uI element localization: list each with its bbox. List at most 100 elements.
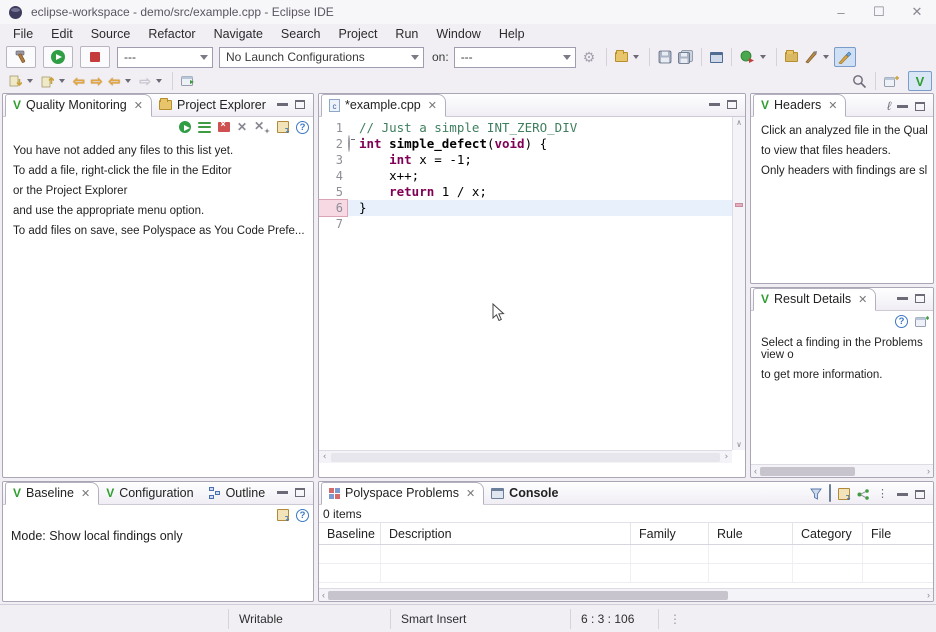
fold-collapse-icon[interactable] — [348, 135, 350, 152]
next-annotation-dropdown[interactable] — [27, 79, 33, 83]
export-icon[interactable] — [838, 488, 850, 500]
menu-refactor[interactable]: Refactor — [139, 25, 204, 43]
remove-all-files-icon[interactable] — [218, 122, 230, 132]
maximize-panel-icon[interactable] — [295, 100, 305, 109]
column-rule[interactable]: Rule — [709, 523, 793, 544]
run-analysis-button[interactable] — [43, 46, 73, 68]
build-button[interactable] — [6, 46, 36, 68]
menu-navigate[interactable]: Navigate — [205, 25, 272, 43]
editor-horizontal-scrollbar[interactable]: ‹› — [319, 450, 732, 463]
help-icon[interactable]: ? — [296, 121, 309, 134]
stop-analysis-button[interactable] — [80, 46, 110, 68]
delete-all-icon[interactable]: ✕✦ — [254, 119, 270, 135]
target-combo[interactable]: --- — [454, 47, 576, 68]
next-annotation-button[interactable] — [6, 70, 25, 92]
maximize-panel-icon[interactable] — [915, 294, 925, 303]
minimize-button[interactable]: – — [822, 0, 860, 24]
editor-vertical-scrollbar[interactable]: ∧∨ — [732, 117, 745, 450]
show-console-icon[interactable] — [829, 488, 831, 500]
result-details-horizontal-scrollbar[interactable]: ‹› — [751, 464, 933, 477]
code-editor[interactable]: 1 // Just a simple INT_ZERO_DIV 2 int si… — [319, 117, 745, 463]
status-menu-icon[interactable]: ⋮ — [658, 609, 678, 629]
polyspace-perspective-button[interactable]: V — [908, 71, 932, 91]
export-icon[interactable] — [277, 509, 289, 521]
column-category[interactable]: Category — [793, 523, 863, 544]
build-config-combo[interactable]: --- — [117, 47, 213, 68]
forward-history-dropdown[interactable] — [156, 79, 162, 83]
minimize-panel-icon[interactable] — [897, 105, 908, 108]
column-baseline[interactable]: Baseline — [319, 523, 381, 544]
minimize-panel-icon[interactable] — [709, 103, 720, 106]
menu-source[interactable]: Source — [82, 25, 140, 43]
run-external-dropdown[interactable] — [760, 55, 766, 59]
tab-headers[interactable]: V Headers ✕ — [753, 94, 846, 117]
open-in-new-window-icon[interactable] — [915, 315, 929, 327]
save-button[interactable] — [655, 46, 675, 68]
search-icon[interactable] — [849, 70, 870, 92]
launch-config-combo[interactable]: No Launch Configurations — [219, 47, 424, 68]
view-menu-icon[interactable]: ⋮ — [877, 489, 888, 500]
save-all-button[interactable] — [675, 46, 696, 68]
minimize-panel-icon[interactable] — [897, 297, 908, 300]
export-icon[interactable] — [277, 121, 289, 133]
tab-project-explorer[interactable]: Project Explorer — [152, 95, 274, 116]
tab-polyspace-problems[interactable]: Polyspace Problems ✕ — [321, 482, 484, 505]
filter-list-icon[interactable] — [198, 122, 211, 133]
run-external-button[interactable] — [737, 46, 758, 68]
run-analysis-icon[interactable] — [179, 121, 191, 133]
column-family[interactable]: Family — [631, 523, 709, 544]
menu-run[interactable]: Run — [386, 25, 427, 43]
column-file[interactable]: File — [863, 523, 933, 544]
maximize-panel-icon[interactable] — [915, 490, 925, 499]
tab-configuration[interactable]: V Configuration — [99, 483, 201, 504]
help-icon[interactable]: ? — [296, 509, 309, 522]
link-nodes-icon[interactable] — [857, 489, 870, 500]
new-wizard-button[interactable] — [612, 46, 631, 68]
highlight-findings-toggle[interactable] — [834, 47, 856, 67]
pin-editor-button[interactable] — [178, 70, 198, 92]
menu-window[interactable]: Window — [427, 25, 489, 43]
minimize-panel-icon[interactable] — [277, 103, 288, 106]
previous-annotation-dropdown[interactable] — [59, 79, 65, 83]
close-tab-icon[interactable]: ✕ — [428, 99, 437, 112]
help-icon[interactable]: ? — [895, 315, 908, 328]
last-edit-location-button[interactable]: ⇦ — [105, 70, 123, 92]
menu-project[interactable]: Project — [330, 25, 387, 43]
close-tab-icon[interactable]: ✕ — [466, 487, 475, 500]
finding-marker-icon[interactable] — [735, 203, 743, 207]
tab-outline[interactable]: Outline — [202, 483, 274, 504]
maximize-button[interactable]: ☐ — [860, 0, 898, 24]
open-perspective-button[interactable] — [881, 70, 902, 92]
tab-example-cpp[interactable]: c *example.cpp ✕ — [321, 94, 446, 117]
close-tab-icon[interactable]: ✕ — [858, 293, 867, 306]
launch-tool-dropdown[interactable] — [823, 55, 829, 59]
open-results-button[interactable] — [782, 46, 801, 68]
back-button[interactable]: ⇦ — [70, 70, 88, 92]
close-tab-icon[interactable]: ✕ — [134, 99, 143, 112]
menu-help[interactable]: Help — [490, 25, 534, 43]
close-tab-icon[interactable]: ✕ — [828, 99, 837, 112]
menu-search[interactable]: Search — [272, 25, 330, 43]
maximize-panel-icon[interactable] — [727, 100, 737, 109]
problems-horizontal-scrollbar[interactable]: ‹› — [319, 588, 933, 601]
previous-annotation-button[interactable] — [38, 70, 57, 92]
tab-result-details[interactable]: V Result Details ✕ — [753, 288, 876, 311]
gear-icon[interactable]: ⚙ — [583, 49, 596, 66]
maximize-panel-icon[interactable] — [295, 488, 305, 497]
new-wizard-dropdown[interactable] — [633, 55, 639, 59]
forward-history-button[interactable]: ⇨ — [136, 70, 154, 92]
close-button[interactable]: ✕ — [898, 0, 936, 24]
minimize-panel-icon[interactable] — [897, 493, 908, 496]
link-with-editor-icon[interactable]: ℓ — [887, 100, 891, 112]
open-console-button[interactable] — [707, 46, 726, 68]
back-history-dropdown[interactable] — [125, 79, 131, 83]
tab-console[interactable]: Console — [484, 483, 566, 504]
delete-icon[interactable]: ✕ — [237, 120, 247, 134]
column-description[interactable]: Description — [381, 523, 631, 544]
filter-funnel-icon[interactable] — [810, 488, 822, 500]
minimize-panel-icon[interactable] — [277, 491, 288, 494]
menu-edit[interactable]: Edit — [42, 25, 82, 43]
launch-tool-button[interactable] — [801, 46, 821, 68]
maximize-panel-icon[interactable] — [915, 102, 925, 111]
tab-quality-monitoring[interactable]: V Quality Monitoring ✕ — [5, 94, 152, 117]
